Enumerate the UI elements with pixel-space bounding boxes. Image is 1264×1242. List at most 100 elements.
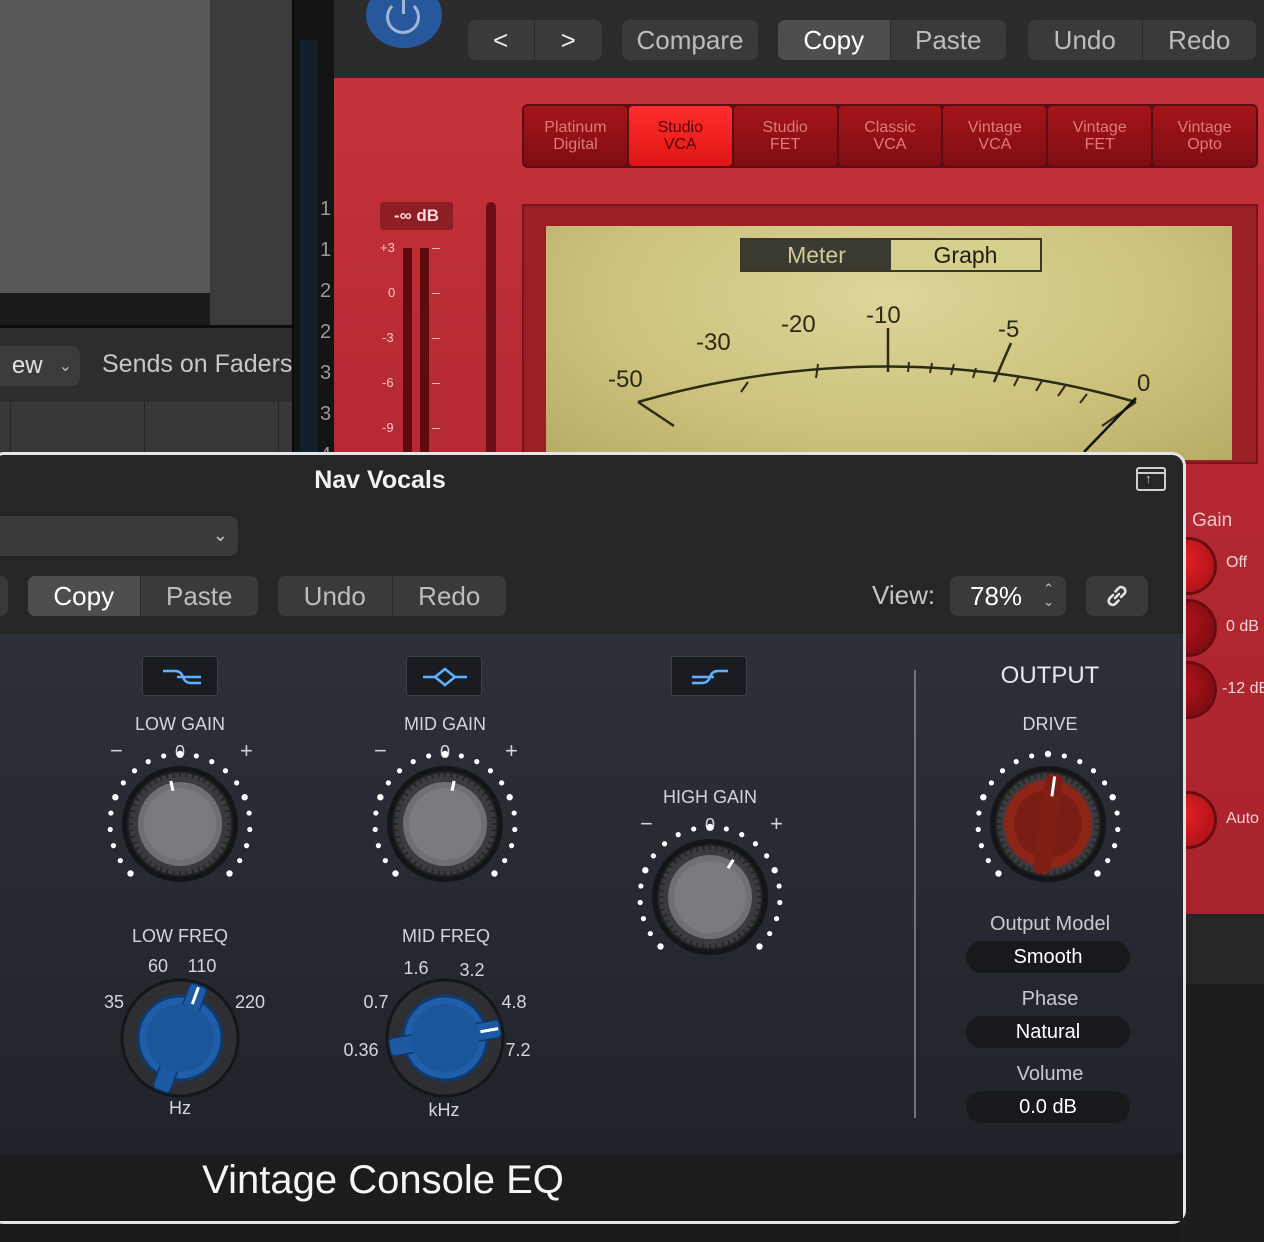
zoom-select[interactable]: 78% ⌃ ⌄ [950,576,1066,616]
mixer-level-meter: 1 1 2 2 3 3 4 [292,0,334,466]
model-label-line1: Classic [864,119,916,136]
model-label-line2: FET [770,136,801,153]
compare-button[interactable]: Compare [622,20,758,60]
model-vintage-fet[interactable]: Vintage FET [1048,106,1152,166]
vu-label: -50 [608,366,643,393]
model-studio-vca[interactable]: Studio VCA [628,106,732,166]
copy-paste-group: Copy Paste [778,20,1006,60]
phase-select[interactable]: Natural [966,1016,1130,1048]
meter-tick [432,338,440,339]
volume-field[interactable]: 0.0 dB [966,1091,1130,1123]
knob-graphic-red [975,750,1121,882]
link-button[interactable] [1086,576,1148,616]
model-label-line2: FET [1084,136,1115,153]
eq-paste-button[interactable]: Paste [139,576,258,616]
vu-label: 0 [1137,370,1151,397]
mid-peak-toggle[interactable] [406,656,482,696]
input-scale-label: -9 [382,420,394,435]
mid-freq-knob[interactable] [377,970,513,1106]
high-gain-label: HIGH GAIN [662,787,757,807]
mixer-track-area [0,0,210,293]
mixer-view-label: ew [11,352,43,379]
auto-gain-label: Auto [1226,810,1259,827]
gain-0db-label: 0 dB [1226,618,1259,635]
eq-redo-button[interactable]: Redo [391,576,507,616]
model-studio-fet[interactable]: Studio FET [733,106,837,166]
preset-nav: < > [468,20,602,60]
vu-label: -20 [781,311,816,338]
vu-label: -10 [866,302,901,329]
vu-label: -30 [696,329,731,356]
mixer-channel-strips [0,402,292,452]
graph-mode-button[interactable]: Graph [891,240,1040,270]
high-gain-knob[interactable] [630,817,790,977]
low-shelf-toggle[interactable] [142,656,218,696]
mixer-side-strip [210,0,292,325]
preset-dropdown[interactable]: ⌄ [0,516,238,556]
knob-graphic [637,823,783,955]
model-label-line1: Studio [762,119,808,136]
eq-undo-button[interactable]: Undo [278,576,392,616]
chevron-left-icon: < [493,24,509,55]
meter-number: 1 [320,198,332,220]
next-preset-button[interactable]: > [533,20,603,60]
output-model-select[interactable]: Smooth [966,941,1130,973]
model-label-line1: Vintage [1177,119,1232,136]
high-shelf-icon [692,669,728,685]
output-model-label: Output Model [989,913,1111,935]
undo-button[interactable]: Undo [1028,20,1142,60]
plugin-name: Vintage Console EQ [202,1158,564,1202]
low-freq-knob[interactable] [112,970,248,1106]
chevron-down-icon: ⌄ [212,525,228,545]
input-meter-left [403,248,412,458]
model-label-line2: VCA [978,136,1012,153]
circuit-type-selector: Platinum Digital Studio VCA Studio FET Clas… [522,104,1258,168]
model-vintage-vca[interactable]: Vintage VCA [943,106,1047,166]
mid-freq-label: MID FREQ [402,926,490,946]
mid-peak-icon [423,667,467,687]
model-label-line2: Digital [553,136,598,153]
view-label: View: [872,580,936,610]
output-divider [914,670,916,1118]
zoom-value: 78% [970,580,1023,611]
undo-redo-group: Undo Redo [1028,20,1256,60]
paste-button[interactable]: Paste [889,20,1006,60]
stepper-icon: ⌃ ⌄ [1043,581,1054,609]
power-icon-stem [402,0,405,14]
drive-knob[interactable] [968,744,1128,904]
output-title: OUTPUT [1000,662,1100,689]
redo-button[interactable]: Redo [1141,20,1257,60]
meter-number: 3 [320,362,332,384]
input-scale-label: -6 [382,375,394,390]
eq-copy-button[interactable]: Copy [28,576,140,616]
link-icon [1107,585,1127,607]
meter-number: 2 [320,321,332,343]
low-gain-label: LOW GAIN [134,714,225,734]
input-scale-label: -3 [382,330,394,345]
input-level-readout: -∞ dB [380,202,453,230]
model-classic-vca[interactable]: Classic VCA [838,106,942,166]
vu-label: -5 [998,316,1020,343]
low-gain-knob[interactable] [100,744,260,904]
sends-on-faders-button[interactable]: Sends on Faders [102,350,292,379]
volume-label: Volume [1016,1063,1084,1085]
model-platinum-digital[interactable]: Platinum Digital [524,106,627,166]
knob-graphic [107,750,253,882]
meter-number: 3 [320,403,332,425]
high-shelf-toggle[interactable] [671,656,747,696]
gain-reduction-bar [486,202,496,457]
previous-preset-button[interactable]: < [468,20,534,60]
meter-tick [432,293,440,294]
copy-button[interactable]: Copy [778,20,890,60]
mid-gain-knob[interactable] [365,744,525,904]
float-window-icon[interactable] [1136,467,1166,491]
model-vintage-opto[interactable]: Vintage Opto [1153,106,1257,166]
knob-graphic-blue [385,978,505,1098]
mixer-view-dropdown[interactable]: ew ⌄ [0,346,80,386]
compressor-footer [1180,914,1264,984]
eq-copy-paste-group: Copy Paste [28,576,258,616]
model-label-line1: Platinum [544,119,607,136]
meter-mode-button[interactable]: Meter [742,240,891,270]
meter-fill [300,40,318,455]
toolbar-button-clipped[interactable] [0,576,8,616]
